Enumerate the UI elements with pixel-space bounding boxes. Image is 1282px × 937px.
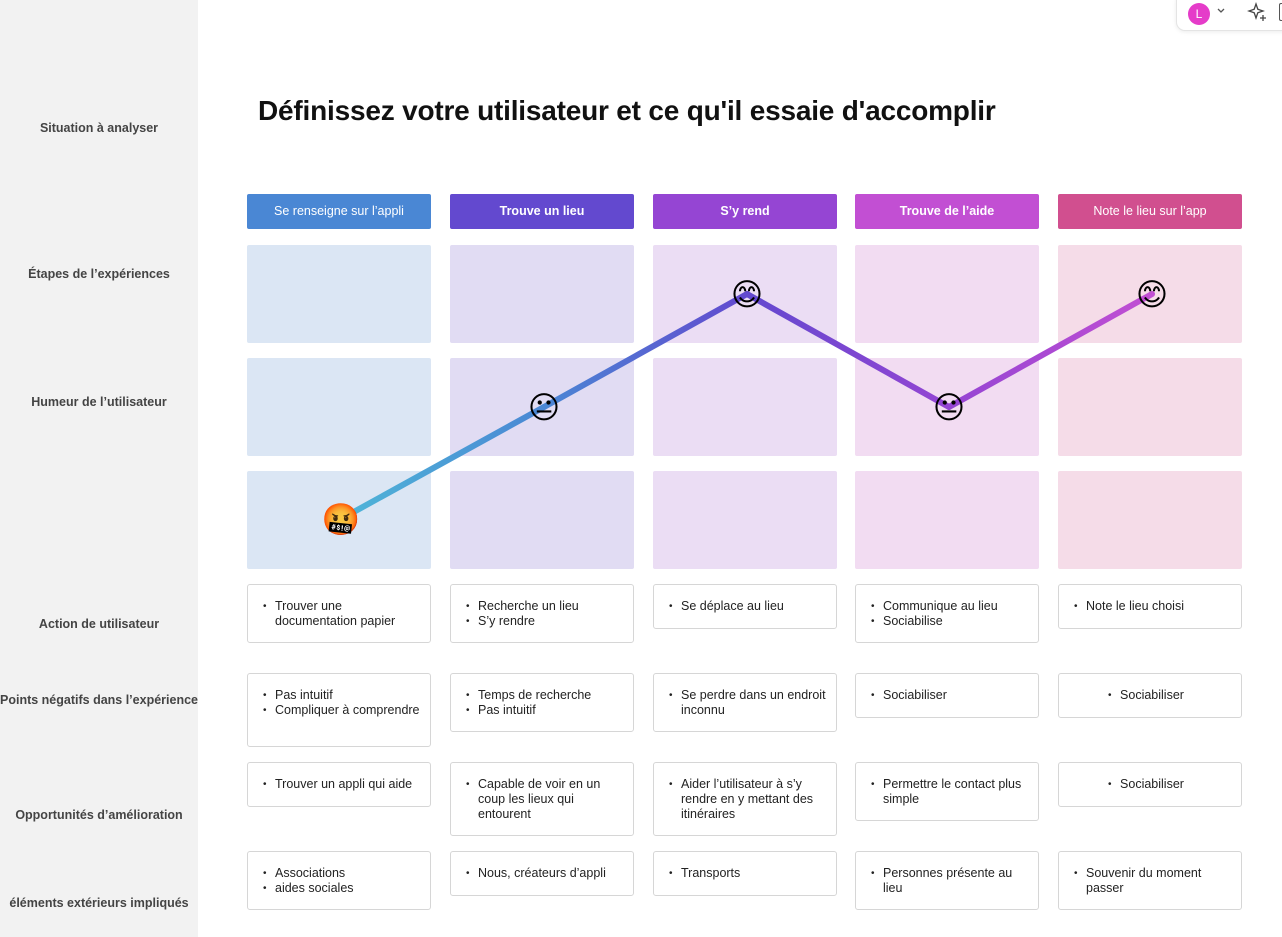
external-card[interactable]: Associationsaides sociales	[247, 851, 431, 910]
negative-card[interactable]: Pas intuitifCompliquer à comprendre	[247, 673, 431, 747]
bullet-list: Nous, créateurs d’appli	[465, 866, 623, 881]
bullet-list: Capable de voir en un coup les lieux qui…	[465, 777, 623, 822]
opportunity-card[interactable]: Trouver un appli qui aide	[247, 762, 431, 807]
action-card[interactable]: Communique au lieuSociabilise	[855, 584, 1039, 643]
bullet-list: Communique au lieuSociabilise	[870, 599, 1028, 629]
list-item: Compliquer à comprendre	[263, 703, 420, 718]
list-item: Recherche un lieu	[466, 599, 623, 614]
mood-line-segment	[744, 291, 952, 410]
list-item: Aider l’utilisateur à s’y rendre en y me…	[669, 777, 826, 822]
mood-emoji-neutral[interactable]: 😐	[933, 390, 965, 425]
list-item: Permettre le contact plus simple	[871, 777, 1028, 807]
list-item: Temps de recherche	[466, 688, 623, 703]
bullet-list: Permettre le contact plus simple	[870, 777, 1028, 807]
bullet-list: Sociabiliser	[870, 688, 1028, 703]
list-item: Se perdre dans un endroit inconnu	[669, 688, 826, 718]
list-item: Trouver une documentation papier	[263, 599, 420, 629]
bullet-list: Se déplace au lieu	[668, 599, 826, 614]
external-card[interactable]: Personnes présente au lieu	[855, 851, 1039, 910]
opportunity-card[interactable]: Capable de voir en un coup les lieux qui…	[450, 762, 634, 836]
mood-line-segment	[338, 404, 547, 522]
action-card[interactable]: Trouver une documentation papier	[247, 584, 431, 643]
bullet-list: Transports	[668, 866, 826, 881]
list-item: Sociabilise	[871, 614, 1028, 629]
action-card[interactable]: Recherche un lieuS’y rendre	[450, 584, 634, 643]
bullet-list: Note le lieu choisi	[1073, 599, 1231, 614]
opportunity-card[interactable]: Sociabiliser	[1058, 762, 1242, 807]
negative-card[interactable]: Se perdre dans un endroit inconnu	[653, 673, 837, 732]
bullet-list: Souvenir du moment passer	[1073, 866, 1231, 896]
external-card[interactable]: Nous, créateurs d’appli	[450, 851, 634, 896]
list-item: Capable de voir en un coup les lieux qui…	[466, 777, 623, 822]
list-item: Sociabiliser	[1108, 688, 1184, 703]
action-card[interactable]: Se déplace au lieu	[653, 584, 837, 629]
list-item: Associations	[263, 866, 420, 881]
list-item: aides sociales	[263, 881, 420, 896]
bullet-list: Recherche un lieuS’y rendre	[465, 599, 623, 629]
bullet-list: Trouver une documentation papier	[262, 599, 420, 629]
bullet-list: Se perdre dans un endroit inconnu	[668, 688, 826, 718]
negative-card[interactable]: Temps de recherchePas intuitif	[450, 673, 634, 732]
bullet-list: Trouver un appli qui aide	[262, 777, 420, 792]
external-card[interactable]: Souvenir du moment passer	[1058, 851, 1242, 910]
mood-emoji-happy[interactable]: 😊	[731, 277, 763, 312]
list-item: Se déplace au lieu	[669, 599, 826, 614]
bullet-list: Sociabiliser	[1073, 777, 1231, 792]
action-card[interactable]: Note le lieu choisi	[1058, 584, 1242, 629]
list-item: Pas intuitif	[263, 688, 420, 703]
bullet-list: Personnes présente au lieu	[870, 866, 1028, 896]
list-item: Note le lieu choisi	[1074, 599, 1231, 614]
bullet-list: Aider l’utilisateur à s’y rendre en y me…	[668, 777, 826, 822]
list-item: Transports	[669, 866, 826, 881]
opportunity-card[interactable]: Aider l’utilisateur à s’y rendre en y me…	[653, 762, 837, 836]
bullet-list: Pas intuitifCompliquer à comprendre	[262, 688, 420, 718]
bullet-list: Sociabiliser	[1073, 688, 1231, 703]
negative-card[interactable]: Sociabiliser	[855, 673, 1039, 718]
list-item: Communique au lieu	[871, 599, 1028, 614]
mood-emoji-neutral[interactable]: 😐	[528, 390, 560, 425]
list-item: S’y rendre	[466, 614, 623, 629]
list-item: Trouver un appli qui aide	[263, 777, 420, 792]
list-item: Nous, créateurs d’appli	[466, 866, 623, 881]
list-item: Personnes présente au lieu	[871, 866, 1028, 896]
mood-emoji-happy[interactable]: 😊	[1136, 277, 1168, 312]
mood-line-segment	[946, 291, 1155, 410]
bullet-list: Temps de recherchePas intuitif	[465, 688, 623, 718]
mood-emoji-angry[interactable]: 🤬	[322, 502, 361, 537]
mood-line-segment	[541, 291, 750, 410]
external-card[interactable]: Transports	[653, 851, 837, 896]
list-item: Sociabiliser	[871, 688, 1028, 703]
bullet-list: Associationsaides sociales	[262, 866, 420, 896]
negative-card[interactable]: Sociabiliser	[1058, 673, 1242, 718]
list-item: Pas intuitif	[466, 703, 623, 718]
opportunity-card[interactable]: Permettre le contact plus simple	[855, 762, 1039, 821]
list-item: Sociabiliser	[1108, 777, 1184, 792]
list-item: Souvenir du moment passer	[1074, 866, 1231, 896]
